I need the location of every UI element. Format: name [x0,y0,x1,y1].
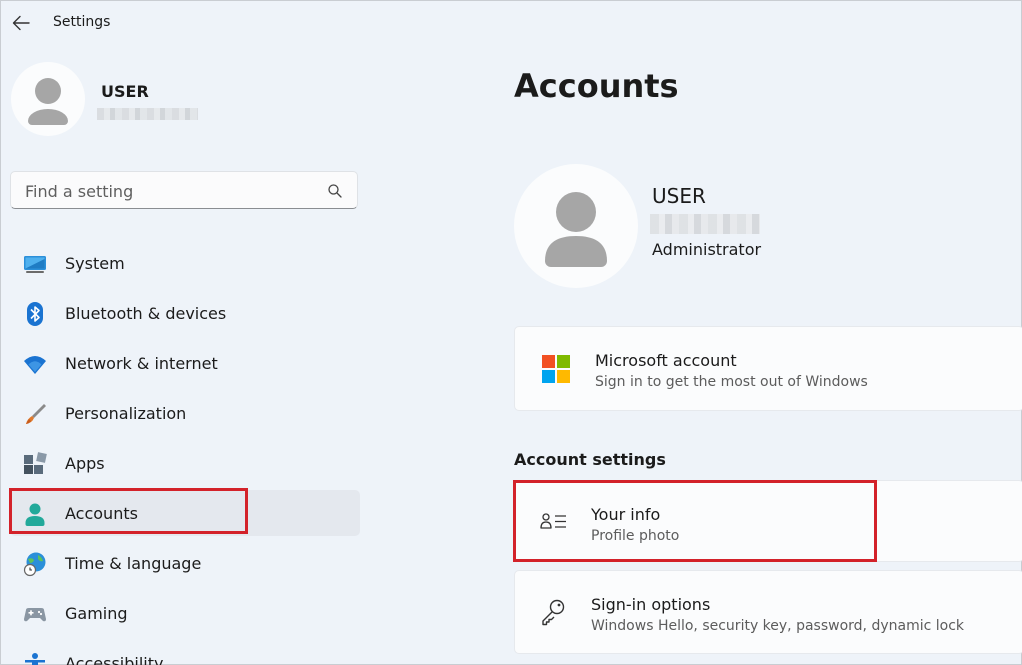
search-input[interactable] [23,179,327,203]
sidebar-item-bluetooth[interactable]: Bluetooth & devices [10,290,360,336]
microsoft-account-subtitle: Sign in to get the most out of Windows [595,374,868,390]
app-title: Settings [53,14,111,30]
search-icon[interactable] [327,183,343,199]
search-box[interactable] [10,171,358,209]
apps-icon [24,452,47,474]
main-user-email-blurred [650,214,760,234]
sidebar-item-network[interactable]: Network & internet [10,340,360,386]
user-avatar-icon [28,78,68,125]
bluetooth-icon [27,302,43,326]
sign-in-options-card[interactable]: Sign-in options Windows Hello, security … [514,570,1022,654]
sidebar-item-label: Network & internet [65,354,218,373]
sidebar-item-personalization[interactable]: Personalization [10,390,360,436]
system-icon [24,256,46,273]
user-avatar-icon [545,192,607,267]
sidebar-item-accessibility[interactable]: Accessibility [10,640,360,665]
main-user-name: USER [652,184,706,208]
sidebar-item-label: Bluetooth & devices [65,304,227,323]
account-settings-heading: Account settings [514,450,666,469]
highlight-box-accounts [9,488,248,534]
sign-in-options-title: Sign-in options [591,595,711,614]
gamepad-icon [24,608,46,622]
sidebar-item-label: Personalization [65,404,187,423]
wifi-icon [24,356,46,374]
sidebar-item-label: Apps [65,454,105,473]
sidebar-item-label: Time & language [65,554,202,573]
sidebar-avatar[interactable] [11,62,85,136]
main-avatar[interactable] [514,164,638,288]
sidebar-user-email-blurred [97,108,198,120]
globe-clock-icon [23,552,46,577]
sign-in-options-subtitle: Windows Hello, security key, password, d… [591,618,965,634]
sidebar-item-apps[interactable]: Apps [10,440,360,486]
page-title: Accounts [514,67,679,105]
key-icon [542,599,565,626]
main-user-role: Administrator [652,240,762,259]
microsoft-account-card[interactable]: Microsoft account Sign in to get the mos… [514,326,1022,411]
highlight-box-your-info [513,480,877,562]
sidebar-user-name: USER [101,82,149,101]
microsoft-account-title: Microsoft account [595,351,737,370]
brush-icon [26,404,46,424]
sidebar-item-label: Gaming [65,604,128,623]
sidebar-item-label: System [65,254,125,273]
back-arrow-icon[interactable] [10,12,32,34]
sidebar-item-label: Accessibility [65,654,164,665]
microsoft-logo-icon [542,355,570,383]
sidebar-item-time-language[interactable]: Time & language [10,540,360,586]
sidebar-item-system[interactable]: System [10,240,360,286]
accessibility-icon [25,653,45,665]
sidebar-item-gaming[interactable]: Gaming [10,590,360,636]
